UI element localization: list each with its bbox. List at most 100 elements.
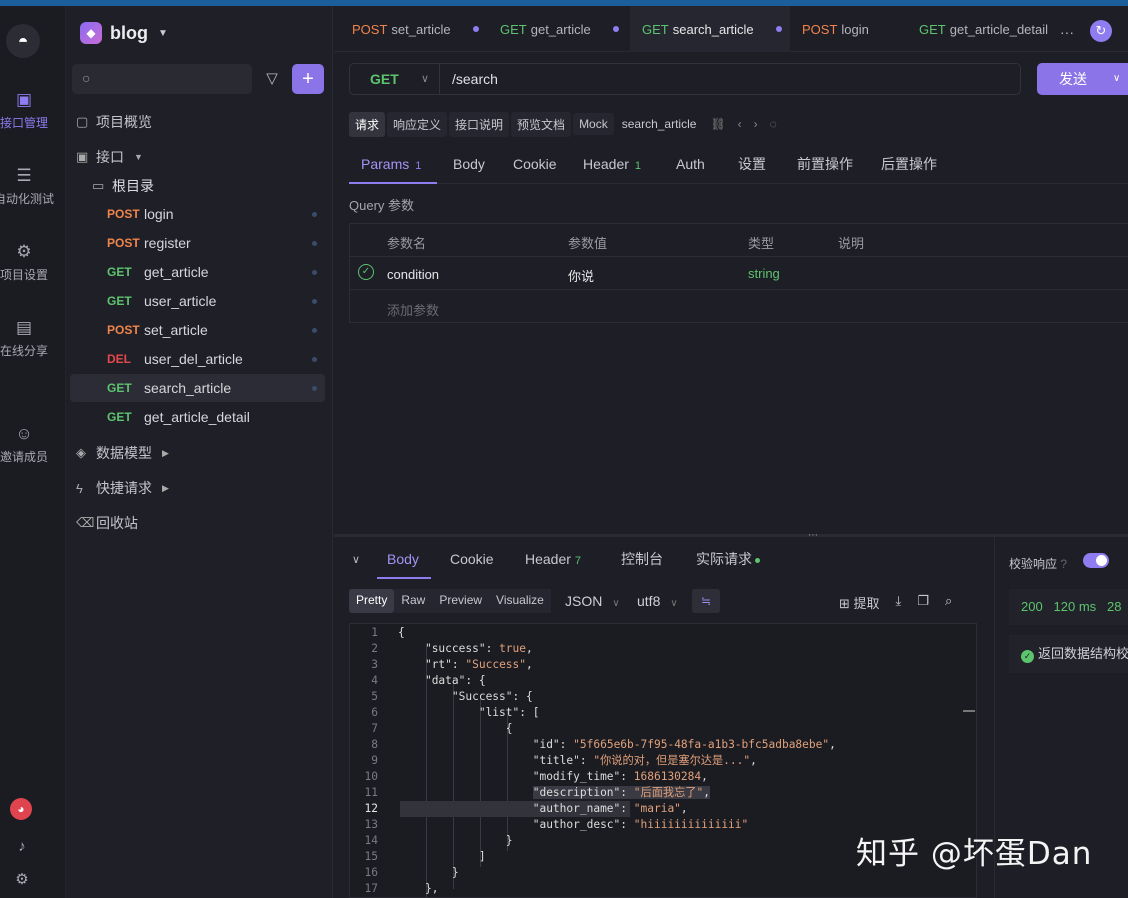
api-name: login (144, 206, 174, 222)
tab-label: Header (525, 551, 571, 567)
project-sidebar: ◆ blog ▼ ○ ▽ + ▢ 项目概览 ▣ 接口 ▼ ▭ 根目录 POST … (66, 6, 333, 898)
format-pretty[interactable]: Pretty (349, 589, 395, 613)
language-select[interactable]: JSON ∨ (565, 593, 620, 609)
rail-item-api[interactable]: ▣ 接口管理 (0, 90, 54, 131)
tab-settings[interactable]: 设置 (738, 148, 766, 184)
chevron-down-icon: ∨ (1113, 73, 1121, 84)
rail-item-test[interactable]: ☰ 自动化测试 (0, 166, 54, 207)
nav-models[interactable]: ◈ 数据模型 ▶ (76, 443, 169, 463)
query-section-label: Query 参数 (349, 198, 415, 213)
add-button[interactable]: + (292, 64, 324, 94)
tab-post-ops[interactable]: 后置操作 (881, 148, 937, 184)
code-line: 7 { (371, 722, 513, 735)
search-icon: ○ (82, 70, 91, 86)
test-icon: ☰ (16, 166, 32, 185)
search-icon[interactable]: ⌕ (945, 593, 952, 612)
wrap-icon[interactable]: ≒ (692, 589, 720, 613)
rail-item-share[interactable]: ▤ 在线分享 (0, 318, 54, 359)
rail-item-invite[interactable]: ☺ 邀请成员 (0, 424, 54, 465)
tab-auth[interactable]: Auth (676, 148, 705, 184)
add-param-input[interactable]: 添加参数 (387, 300, 439, 319)
subtab-doc[interactable]: 接口说明 (449, 111, 510, 137)
format-preview[interactable]: Preview (432, 589, 490, 613)
subtab-preview[interactable]: 预览文档 (511, 111, 572, 137)
tab-response-cookie[interactable]: Cookie (450, 545, 494, 579)
format-raw[interactable]: Raw (394, 589, 433, 613)
rail-item-settings[interactable]: ⚙ 项目设置 (0, 242, 54, 283)
col-type: 类型 (748, 236, 775, 251)
scrollbar-thumb[interactable] (963, 710, 975, 712)
code-line: 2 "success": true, (371, 642, 533, 655)
col-value: 参数值 (568, 236, 608, 251)
subtab-response-def[interactable]: 响应定义 (387, 111, 448, 137)
gear-icon[interactable]: ⚙ (10, 870, 34, 888)
api-item-user-del-article[interactable]: DEL user_del_article (70, 345, 325, 373)
tab-actual-request[interactable]: 实际请求 (696, 545, 760, 579)
folder-root[interactable]: ▭ 根目录 (92, 176, 154, 196)
subtab-mock[interactable]: Mock (573, 113, 614, 135)
table-row-add: 添加参数 (350, 290, 1128, 323)
more-tabs-icon[interactable]: ··· (1060, 24, 1074, 40)
verify-toggle[interactable] (1083, 553, 1109, 568)
tab-get-article-detail[interactable]: GET get_article_detail (906, 6, 1056, 52)
app-logo-icon[interactable]: ◓ (6, 24, 40, 58)
tab-set-article[interactable]: POST set_article (334, 6, 482, 52)
tab-console[interactable]: 控制台 (621, 545, 663, 579)
tab-label: set_article (391, 21, 451, 37)
tab-response-header[interactable]: Header 7 (525, 545, 581, 579)
filter-icon[interactable]: ▽ (258, 64, 286, 94)
api-item-set-article[interactable]: POST set_article (70, 316, 325, 344)
project-switcher[interactable]: ◆ blog ▼ (80, 22, 168, 44)
api-item-get-article-detail[interactable]: GET get_article_detail (70, 403, 325, 431)
sync-icon[interactable]: ↻ (1090, 20, 1112, 42)
nav-overview[interactable]: ▢ 项目概览 (76, 112, 152, 132)
tab-pre-ops[interactable]: 前置操作 (797, 148, 853, 184)
status-dot (312, 270, 317, 275)
watermark: 知乎 @坏蛋Dan (856, 836, 1093, 872)
tab-cookie[interactable]: Cookie (513, 148, 557, 184)
param-type[interactable]: string (748, 266, 780, 281)
status-code: 200 (1021, 599, 1043, 614)
tab-body[interactable]: Body (453, 148, 485, 184)
tab-header[interactable]: Header 1 (583, 148, 641, 184)
method-badge: GET (919, 21, 946, 37)
tab-search-article[interactable]: GET search_article (630, 6, 790, 52)
status-dot (312, 328, 317, 333)
subtab-request[interactable]: 请求 (349, 111, 386, 137)
send-button[interactable]: 发送 ∨ (1037, 63, 1128, 95)
api-item-user-article[interactable]: GET user_article (70, 287, 325, 315)
api-item-register[interactable]: POST register (70, 229, 325, 257)
url-input[interactable]: /search (452, 64, 498, 94)
download-icon[interactable]: ⤓ (896, 593, 902, 612)
api-item-search-article[interactable]: GET search_article (70, 374, 325, 402)
method-select[interactable]: GET ∨ (350, 64, 440, 94)
tab-params[interactable]: Params 1 (349, 148, 437, 184)
bell-icon[interactable]: ♪ (10, 838, 34, 855)
response-time: 120 ms (1053, 599, 1097, 614)
tab-response-body[interactable]: Body (377, 545, 431, 579)
api-item-get-article[interactable]: GET get_article (70, 258, 325, 286)
method-badge: POST (802, 21, 838, 37)
api-name: register (144, 235, 191, 251)
col-desc: 说明 (838, 236, 865, 251)
api-item-login[interactable]: POST login (70, 200, 325, 228)
param-name[interactable]: condition (387, 267, 439, 282)
search-input[interactable]: ○ (72, 64, 252, 94)
tab-get-article[interactable]: GET get_article (482, 6, 630, 52)
avatar[interactable]: ◕ (10, 798, 32, 820)
extract-button[interactable]: ⊞ 提取 (839, 593, 880, 612)
encoding-select[interactable]: utf8 ∨ (637, 593, 678, 609)
copy-icon[interactable]: ❐ (917, 593, 929, 612)
table-row: ✓ condition 你说 string (350, 257, 1128, 290)
enabled-checkbox[interactable]: ✓ (358, 264, 374, 280)
param-value[interactable]: 你说 (568, 266, 594, 285)
response-tabs: Body Cookie Header 7 控制台 实际请求 (349, 545, 989, 579)
lightning-icon: ϟ (76, 480, 83, 496)
rail-label: 自动化测试 (0, 192, 55, 206)
nav-interfaces[interactable]: ▣ 接口 ▼ (76, 147, 143, 167)
nav-trash[interactable]: ⌫ 回收站 (76, 513, 138, 533)
link-icon[interactable]: ⛓‹›◌ (710, 117, 788, 131)
format-visualize[interactable]: Visualize (489, 589, 551, 613)
nav-quick[interactable]: ϟ 快捷请求 ▶ (76, 478, 169, 498)
tab-login[interactable]: POST login (790, 6, 906, 52)
